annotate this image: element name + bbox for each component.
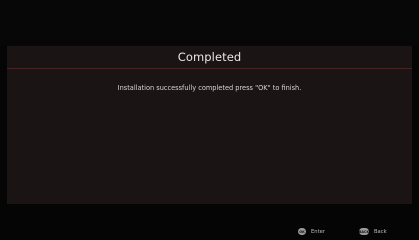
ok-key-icon: OK xyxy=(298,228,306,235)
title-divider xyxy=(7,68,412,69)
completion-dialog: Completed Installation successfully comp… xyxy=(7,46,412,204)
back-hint[interactable]: BACK Back xyxy=(359,228,387,235)
enter-hint[interactable]: OK Enter xyxy=(298,228,325,235)
enter-hint-label: Enter xyxy=(311,228,325,235)
tv-screen: Completed Installation successfully comp… xyxy=(0,0,419,240)
back-key-icon: BACK xyxy=(358,228,370,235)
dialog-message: Installation successfully completed pres… xyxy=(117,84,302,92)
back-hint-label: Back xyxy=(374,228,387,235)
top-band xyxy=(0,0,419,46)
dialog-title: Completed xyxy=(177,50,242,64)
bottom-hint-bar xyxy=(0,204,419,240)
